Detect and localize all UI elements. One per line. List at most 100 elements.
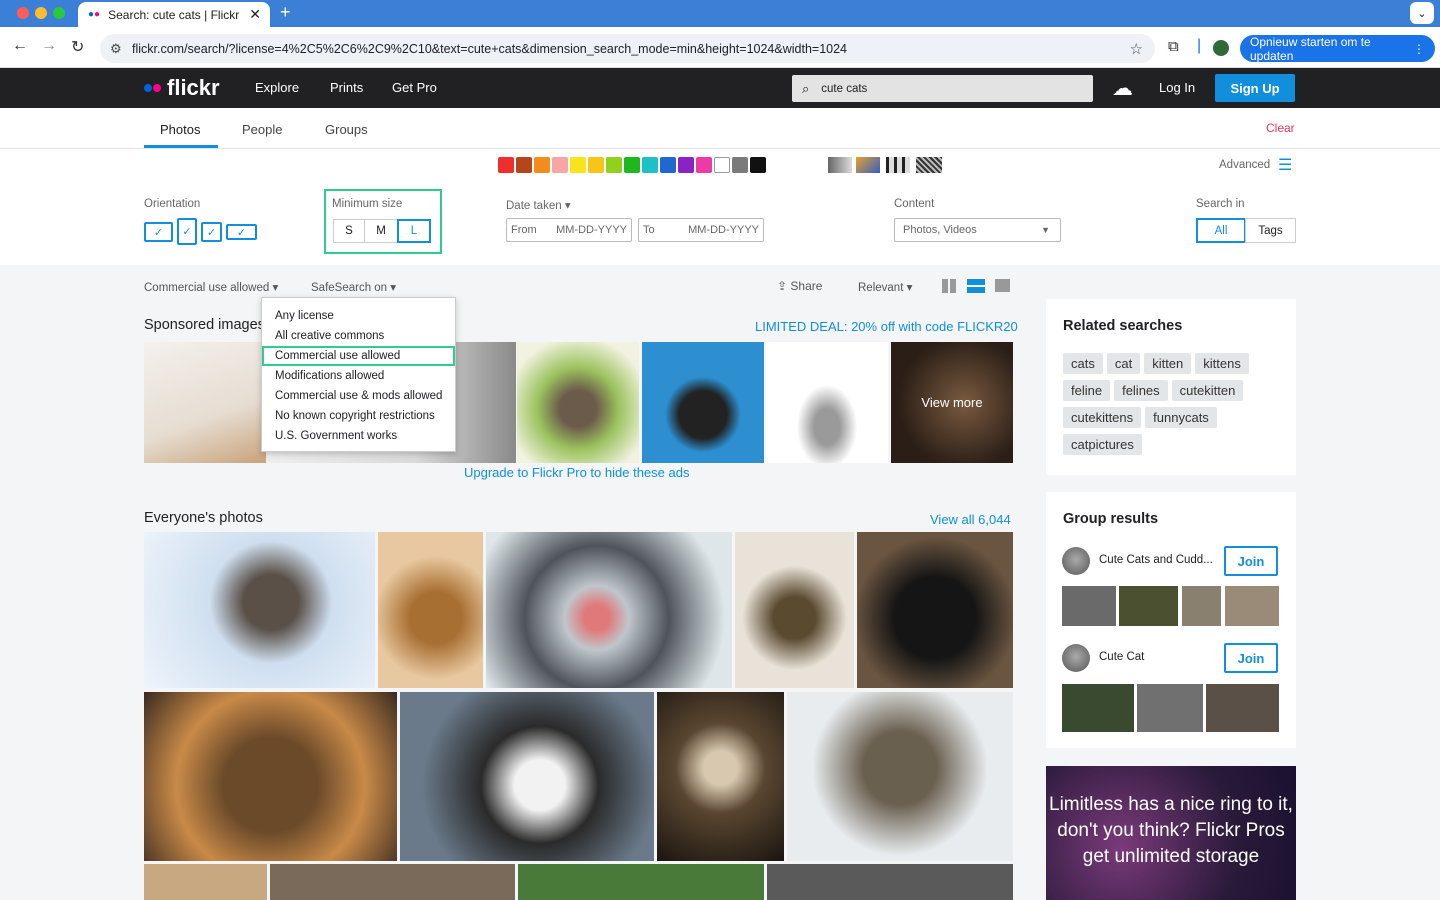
related-tag-chip[interactable]: cutekitten: [1171, 380, 1244, 401]
license-option-us-gov[interactable]: U.S. Government works: [262, 426, 455, 446]
related-tag-chip[interactable]: kittens: [1195, 353, 1249, 374]
close-tab-icon[interactable]: ✕: [249, 6, 261, 23]
nav-get-pro[interactable]: Get Pro: [392, 80, 437, 95]
color-swatch[interactable]: [534, 157, 550, 173]
search-in-all-button[interactable]: All: [1196, 218, 1246, 243]
clear-filters-link[interactable]: Clear: [1266, 121, 1295, 135]
photo-tile[interactable]: [518, 864, 764, 900]
advanced-label[interactable]: Advanced: [1219, 159, 1270, 171]
address-bar[interactable]: ⚙ flickr.com/search/?license=4%2C5%2C6%2…: [100, 34, 1155, 63]
size-s-button[interactable]: S: [333, 219, 365, 243]
upload-cloud-icon[interactable]: ☁: [1112, 76, 1133, 101]
license-option-commercial[interactable]: Commercial use allowed: [262, 346, 455, 366]
related-tag-chip[interactable]: funnycats: [1145, 407, 1217, 428]
related-tag-chip[interactable]: kitten: [1144, 353, 1192, 374]
orientation-portrait-checkbox[interactable]: ✓: [177, 218, 197, 245]
deal-link[interactable]: LIMITED DEAL: 20% off with code FLICKR20: [755, 319, 1018, 334]
related-tag-chip[interactable]: catpictures: [1063, 434, 1142, 455]
photo-tile[interactable]: [735, 532, 854, 688]
extensions-icon[interactable]: ⧉: [1168, 38, 1179, 55]
license-option-cc[interactable]: All creative commons: [262, 326, 455, 346]
view-more-tile[interactable]: View more: [891, 342, 1013, 463]
tab-people[interactable]: People: [242, 122, 282, 137]
photo-tile[interactable]: [486, 532, 732, 688]
pro-promo-banner[interactable]: Limitless has a nice ring to it, don't y…: [1046, 766, 1296, 900]
share-button[interactable]: ⇪ Share: [777, 279, 822, 293]
photo-tile[interactable]: [857, 532, 1013, 688]
browser-tab[interactable]: ●● Search: cute cats | Flickr ✕: [78, 2, 270, 27]
join-group-button[interactable]: Join: [1224, 643, 1278, 673]
group-avatar[interactable]: [1062, 644, 1090, 672]
license-option-any[interactable]: Any license: [262, 306, 455, 326]
photo-tile[interactable]: [400, 692, 654, 861]
safesearch-dropdown[interactable]: SafeSearch on ▾: [311, 280, 396, 294]
tab-menu-chevron-icon[interactable]: ⌄: [1410, 2, 1434, 24]
orientation-panorama-checkbox[interactable]: ✓: [226, 224, 257, 240]
color-swatch[interactable]: [570, 157, 586, 173]
maximize-window-button[interactable]: [53, 7, 65, 19]
color-swatch[interactable]: [678, 157, 694, 173]
photo-tile[interactable]: [144, 532, 375, 688]
sponsored-image[interactable]: [144, 342, 266, 463]
color-swatch[interactable]: [732, 157, 748, 173]
reload-icon[interactable]: ↻: [71, 37, 84, 57]
update-browser-button[interactable]: Opnieuw starten om te updaten ⋮: [1240, 35, 1435, 63]
size-l-button[interactable]: L: [397, 219, 431, 243]
related-tag-chip[interactable]: cats: [1063, 353, 1103, 374]
photo-tile[interactable]: [767, 864, 1013, 900]
photo-tile[interactable]: [787, 692, 1013, 861]
color-swatch[interactable]: [750, 157, 766, 173]
group-avatar[interactable]: [1062, 547, 1090, 575]
color-swatch[interactable]: [498, 157, 514, 173]
color-swatch[interactable]: [516, 157, 532, 173]
sponsored-image[interactable]: [766, 342, 888, 463]
forward-arrow-icon[interactable]: →: [41, 37, 57, 55]
new-tab-icon[interactable]: +: [280, 2, 291, 23]
site-settings-icon[interactable]: ⚙: [110, 41, 126, 57]
license-option-commercial-mods[interactable]: Commercial use & mods allowed: [262, 386, 455, 406]
orientation-square-checkbox[interactable]: ✓: [201, 222, 222, 242]
tab-groups[interactable]: Groups: [325, 122, 368, 137]
close-window-button[interactable]: [17, 7, 29, 19]
minimalist-filter-icon[interactable]: [886, 157, 910, 173]
back-arrow-icon[interactable]: ←: [12, 37, 28, 55]
group-thumb[interactable]: [1206, 684, 1279, 732]
profile-avatar[interactable]: [1213, 40, 1229, 56]
group-name[interactable]: Cute Cats and Cudd...: [1099, 554, 1213, 566]
date-to-field[interactable]: To MM-DD-YYYY: [638, 218, 764, 242]
color-swatch[interactable]: [552, 157, 568, 173]
shallow-depth-filter-icon[interactable]: [856, 157, 880, 173]
orientation-landscape-checkbox[interactable]: ✓: [144, 222, 173, 242]
flickr-logo[interactable]: flickr: [167, 75, 220, 101]
large-view-icon[interactable]: [995, 279, 1010, 292]
color-swatch[interactable]: [624, 157, 640, 173]
black-white-filter-icon[interactable]: [828, 157, 852, 173]
tab-photos[interactable]: Photos: [160, 122, 200, 137]
group-thumb[interactable]: [1182, 586, 1221, 626]
photo-tile[interactable]: [144, 692, 397, 861]
photo-tile[interactable]: [270, 864, 515, 900]
related-tag-chip[interactable]: felines: [1114, 380, 1168, 401]
group-thumb[interactable]: [1137, 684, 1203, 732]
nav-explore[interactable]: Explore: [255, 80, 299, 95]
color-swatch[interactable]: [588, 157, 604, 173]
related-tag-chip[interactable]: cat: [1106, 353, 1141, 374]
advanced-sliders-icon[interactable]: ☰: [1278, 155, 1292, 175]
date-from-field[interactable]: From MM-DD-YYYY: [506, 218, 632, 242]
size-m-button[interactable]: M: [364, 219, 398, 243]
sponsored-image[interactable]: [517, 342, 639, 463]
group-thumb[interactable]: [1225, 586, 1279, 626]
color-swatch[interactable]: [660, 157, 676, 173]
license-option-no-copyright[interactable]: No known copyright restrictions: [262, 406, 455, 426]
upgrade-link[interactable]: Upgrade to Flickr Pro to hide these ads: [464, 465, 689, 480]
patterns-filter-icon[interactable]: [916, 157, 942, 173]
nav-prints[interactable]: Prints: [330, 80, 363, 95]
color-swatch[interactable]: [606, 157, 622, 173]
related-tag-chip[interactable]: cutekittens: [1063, 407, 1142, 428]
group-thumb[interactable]: [1062, 684, 1134, 732]
kebab-menu-icon[interactable]: ⋮: [1413, 42, 1425, 56]
grid-small-view-icon[interactable]: [942, 279, 956, 293]
group-thumb[interactable]: [1119, 586, 1178, 626]
photo-tile[interactable]: [144, 864, 267, 900]
login-link[interactable]: Log In: [1159, 80, 1195, 95]
